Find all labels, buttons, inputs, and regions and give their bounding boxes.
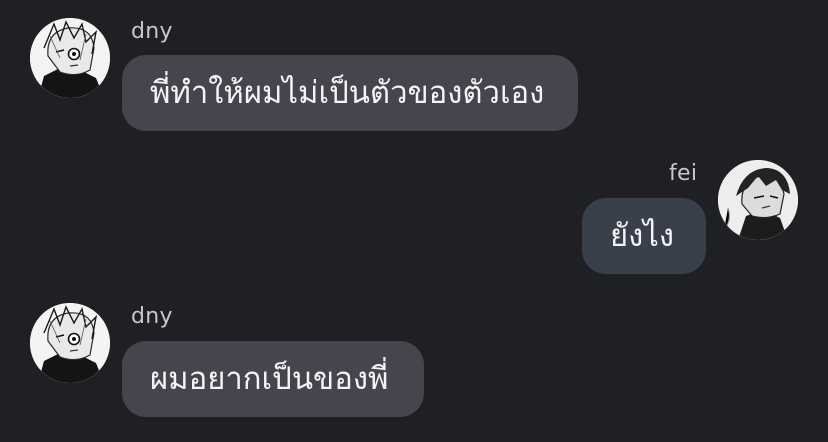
avatar-dny-image	[30, 18, 110, 98]
avatar-dny[interactable]	[30, 18, 110, 98]
message-bubble[interactable]: ยังไง	[582, 198, 706, 274]
avatar-dny[interactable]	[30, 303, 110, 383]
avatar-dny-image	[30, 303, 110, 383]
avatar-fei-image	[718, 160, 798, 240]
avatar-fei[interactable]	[718, 160, 798, 240]
sender-name: dny	[131, 19, 173, 44]
sender-name: fei	[669, 161, 698, 186]
chat-thread: dny พี่ทำให้ผมไม่เป็นตัวของตัวเอง fei ยั…	[0, 0, 828, 442]
message-bubble[interactable]: พี่ทำให้ผมไม่เป็นตัวของตัวเอง	[122, 55, 578, 131]
message-bubble[interactable]: ผมอยากเป็นของพี่	[122, 341, 424, 417]
sender-name: dny	[131, 304, 173, 329]
